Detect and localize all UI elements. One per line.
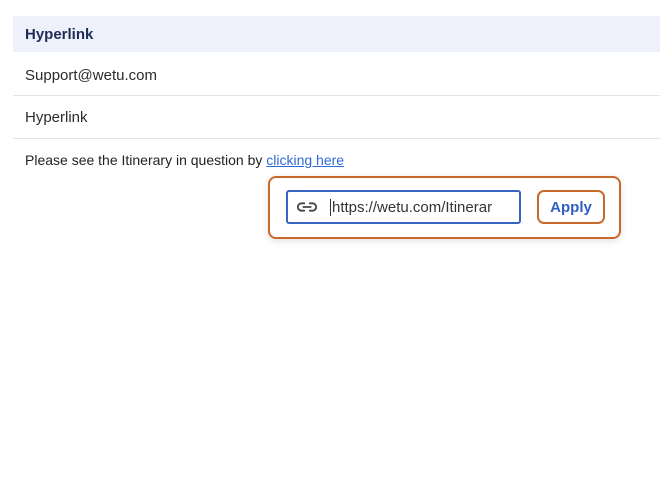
url-field[interactable] xyxy=(286,190,521,224)
email-value: Support@wetu.com xyxy=(25,67,157,84)
url-input[interactable] xyxy=(330,198,517,216)
email-row[interactable]: Support@wetu.com xyxy=(13,56,660,96)
link-text-row[interactable]: Hyperlink xyxy=(13,97,660,139)
link-icon xyxy=(296,202,318,212)
section-header: Hyperlink xyxy=(13,16,660,52)
message-body[interactable]: Please see the Itinerary in question by … xyxy=(25,152,344,168)
message-hyperlink[interactable]: clicking here xyxy=(266,152,344,168)
message-text: Please see the Itinerary in question by xyxy=(25,152,267,168)
link-edit-popover: Apply xyxy=(268,176,621,239)
link-text-value: Hyperlink xyxy=(25,109,88,126)
section-title: Hyperlink xyxy=(25,25,94,43)
apply-button[interactable]: Apply xyxy=(537,190,605,224)
